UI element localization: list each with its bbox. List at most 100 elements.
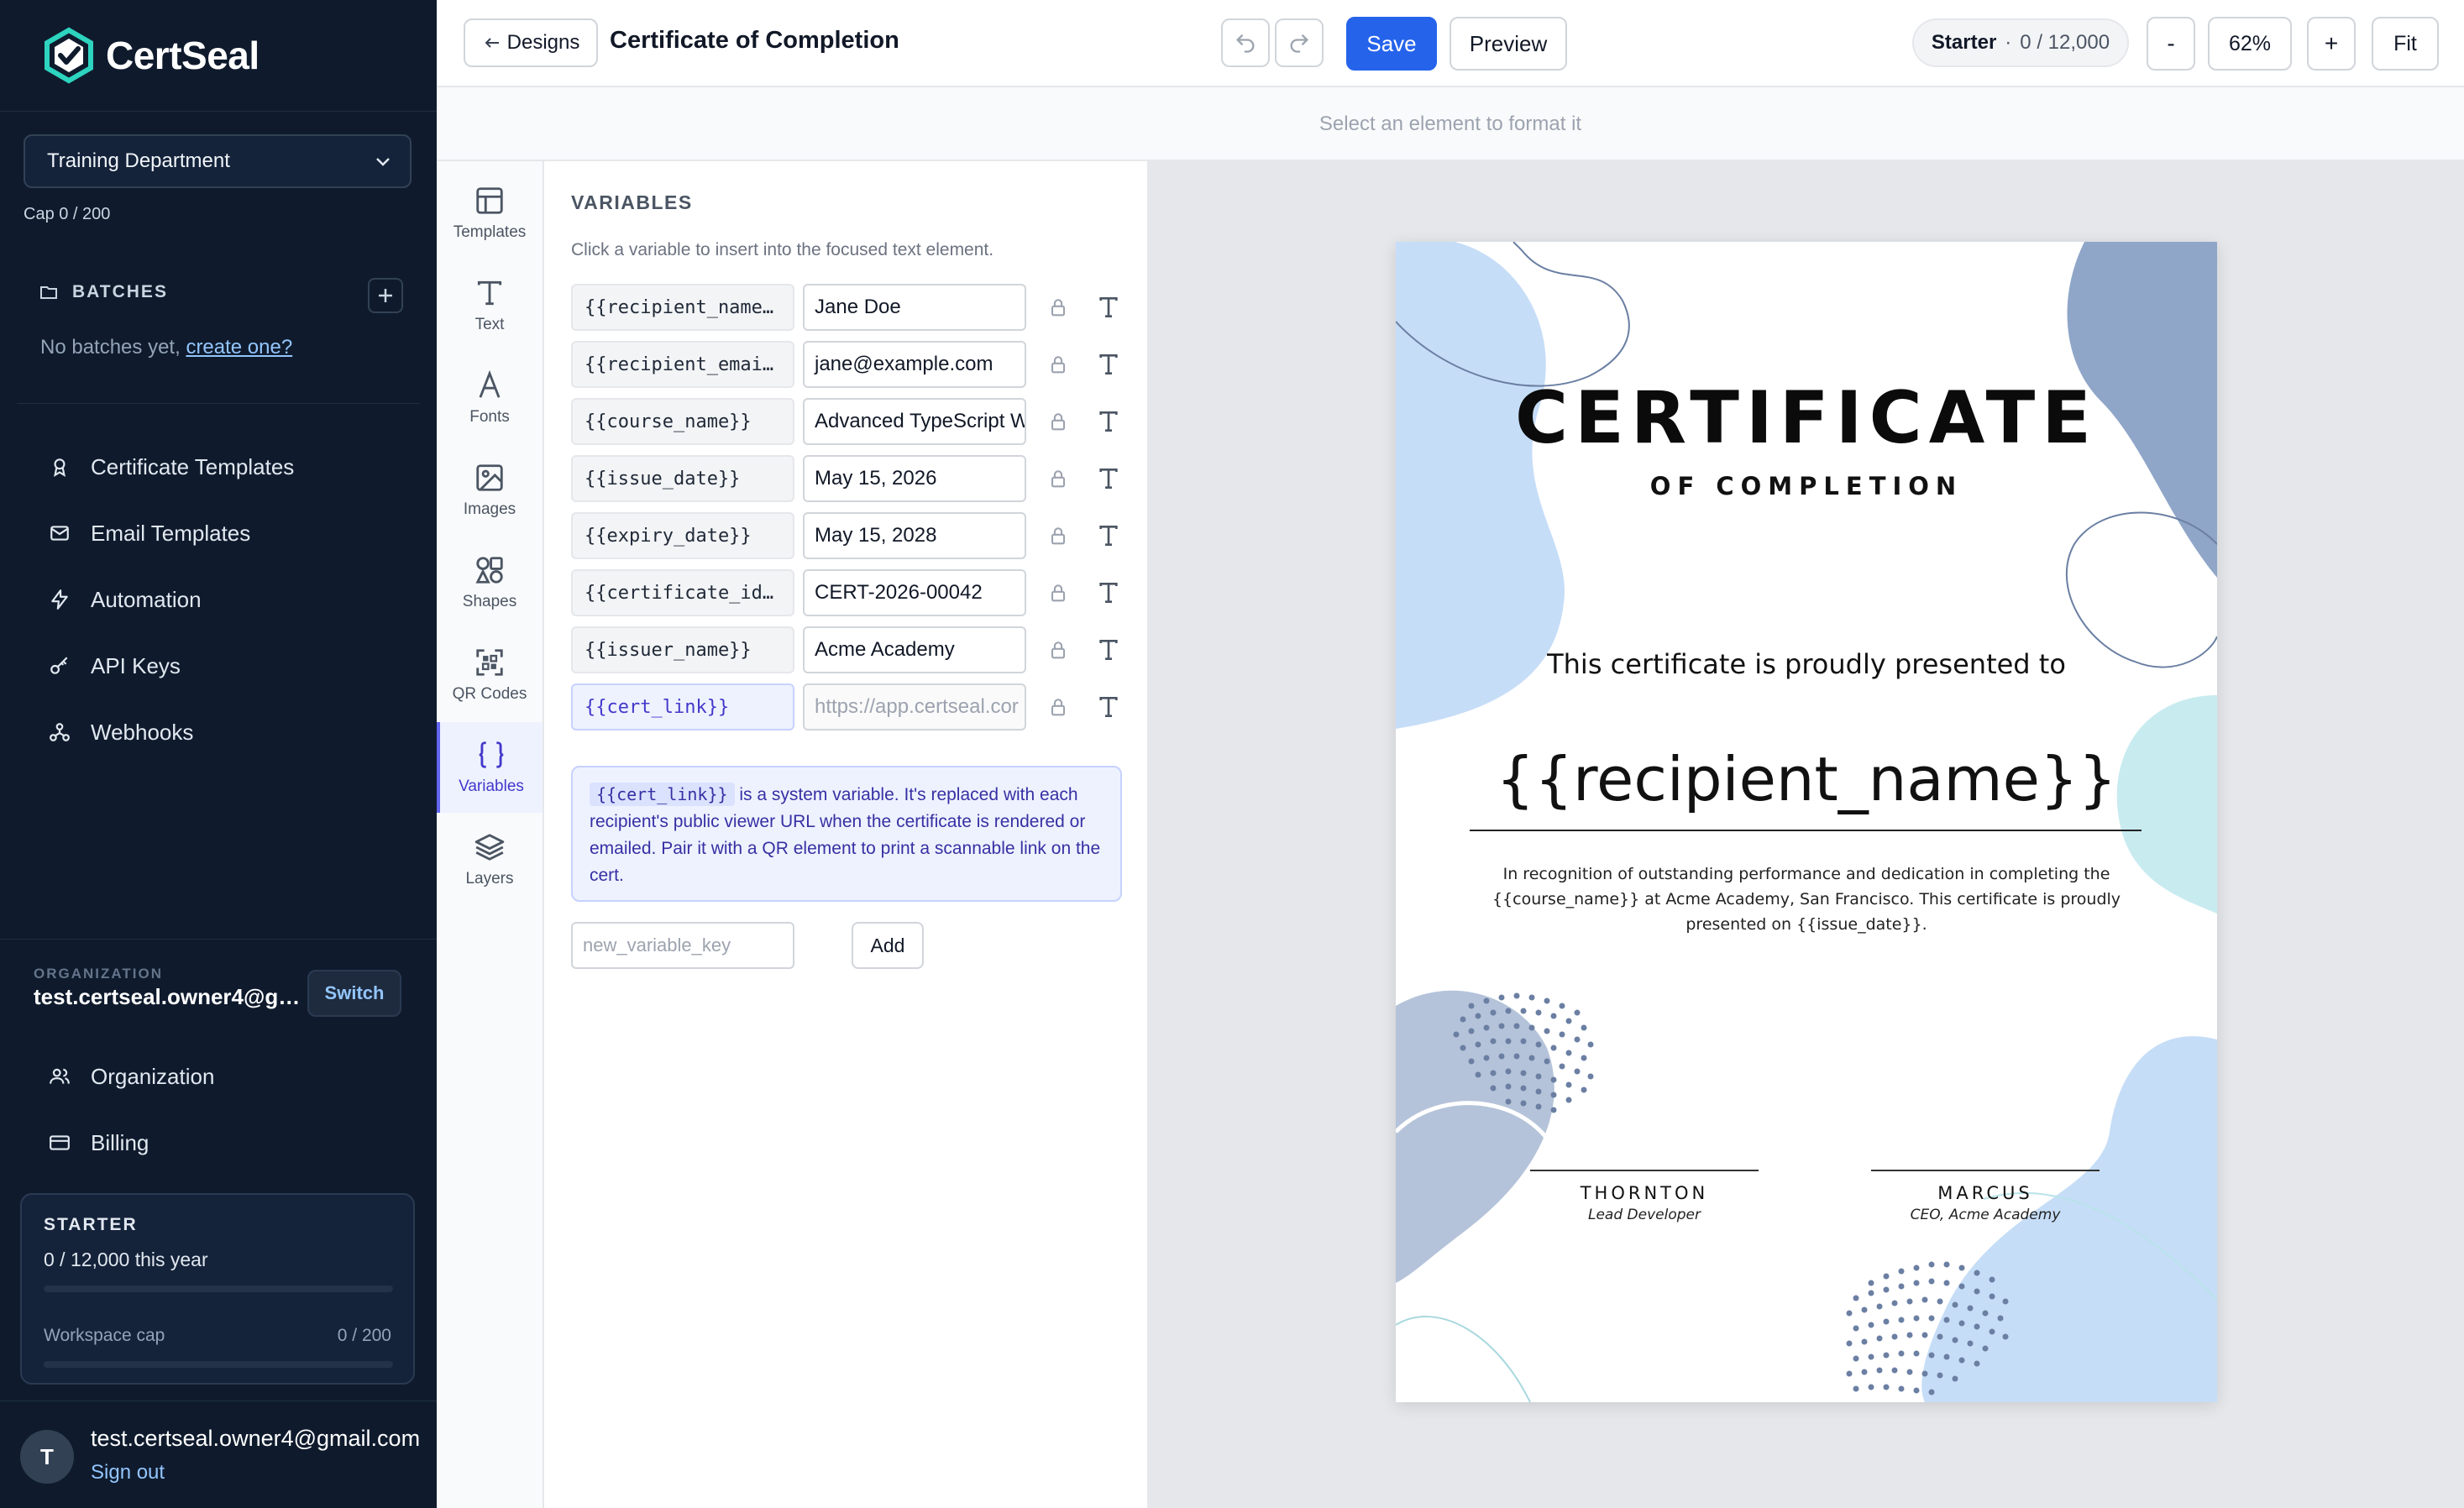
rail-variables[interactable]: Variables (437, 722, 543, 813)
variable-value-input[interactable]: Acme Academy (803, 626, 1026, 673)
name-underline[interactable] (1470, 830, 2142, 831)
rail-label: Templates (453, 223, 527, 241)
rail-layers[interactable]: Layers (437, 814, 543, 905)
nav-email-templates[interactable]: Email Templates (29, 510, 408, 557)
rail-images[interactable]: Images (437, 445, 543, 536)
lock-icon[interactable] (1046, 581, 1070, 605)
variable-value-input[interactable]: CERT-2026-00042 (803, 569, 1026, 616)
back-button-label: Designs (506, 31, 580, 54)
text-format-icon[interactable] (1095, 579, 1122, 606)
nav-api-keys[interactable]: API Keys (29, 642, 408, 689)
variable-value-input[interactable]: jane@example.com (803, 341, 1026, 388)
add-batch-button[interactable] (368, 278, 403, 313)
text-format-icon[interactable] (1095, 694, 1122, 720)
preview-button[interactable]: Preview (1450, 17, 1567, 71)
arrow-left-icon (485, 38, 499, 48)
certificate-title[interactable]: CERTIFICATE (1396, 376, 2217, 460)
plus-icon (379, 289, 392, 302)
plan-card: STARTER 0 / 12,000 this year Workspace c… (20, 1193, 415, 1385)
save-button[interactable]: Save (1346, 17, 1437, 71)
variable-key-chip[interactable]: {{recipient_email… (571, 341, 794, 388)
new-variable-key-input[interactable]: new_variable_key (571, 922, 794, 969)
variable-value-input[interactable]: May 15, 2026 (803, 455, 1026, 502)
text-format-icon[interactable] (1095, 522, 1122, 549)
avatar[interactable]: T (20, 1430, 74, 1484)
nav-label: Email Templates (91, 520, 251, 546)
add-variable-button[interactable]: Add (852, 922, 924, 969)
text-format-icon[interactable] (1095, 294, 1122, 321)
certificate-subtitle[interactable]: OF COMPLETION (1396, 472, 2217, 500)
variable-key-chip[interactable]: {{expiry_date}} (571, 512, 794, 559)
zoom-out-button[interactable]: - (2147, 17, 2195, 71)
text-format-icon[interactable] (1095, 351, 1122, 378)
variable-row: {{recipient_name}} Jane Doe (571, 284, 1125, 331)
workspace-cap-text: Cap 0 / 200 (24, 205, 111, 223)
divider (0, 111, 437, 112)
batches-empty-text: No batches yet, (40, 336, 186, 359)
variable-key-chip[interactable]: {{issue_date}} (571, 455, 794, 502)
undo-button[interactable] (1221, 18, 1270, 67)
text-format-icon[interactable] (1095, 408, 1122, 435)
qr-code-icon (476, 649, 503, 676)
variable-value-input[interactable]: May 15, 2028 (803, 512, 1026, 559)
nav-label: Organization (91, 1063, 215, 1089)
variable-key-chip[interactable]: {{cert_link}} (571, 683, 794, 730)
brand-logo[interactable]: CertSeal (40, 27, 260, 84)
divider (0, 939, 437, 940)
certificate-presented-text[interactable]: This certificate is proudly presented to (1396, 648, 2217, 680)
variable-key-chip[interactable]: {{course_name}} (571, 398, 794, 445)
text-format-icon[interactable] (1095, 465, 1122, 492)
zoom-level[interactable]: 62% (2208, 17, 2292, 71)
lock-icon[interactable] (1046, 467, 1070, 490)
lock-icon[interactable] (1046, 353, 1070, 376)
back-to-designs-button[interactable]: Designs (464, 18, 598, 67)
variable-value-input[interactable]: Advanced TypeScript W (803, 398, 1026, 445)
lock-icon[interactable] (1046, 638, 1070, 662)
lock-icon[interactable] (1046, 524, 1070, 547)
plan-name: Starter (1931, 31, 1997, 54)
shield-check-icon (45, 27, 93, 84)
user-email: test.certseal.owner4@gmail.com (91, 1426, 421, 1451)
certificate-page[interactable]: CERTIFICATE OF COMPLETION This certifica… (1396, 242, 2217, 1402)
create-batch-link[interactable]: create one? (186, 336, 292, 359)
rail-templates[interactable]: Templates (437, 168, 543, 259)
department-select[interactable]: Training Department (24, 134, 412, 188)
rail-label: Variables (459, 778, 524, 795)
text-format-icon[interactable] (1095, 636, 1122, 663)
lock-icon[interactable] (1046, 296, 1070, 319)
variable-value-input[interactable]: Jane Doe (803, 284, 1026, 331)
redo-button[interactable] (1275, 18, 1324, 67)
variable-row-system: {{cert_link}} https://app.certseal.cor (571, 683, 1125, 730)
nav-webhooks[interactable]: Webhooks (29, 709, 408, 756)
certificate-recipient-name[interactable]: {{recipient_name}} (1396, 744, 2217, 814)
brand-name: CertSeal (106, 34, 260, 77)
plan-card-usage: 0 / 12,000 this year (44, 1249, 208, 1270)
shapes-icon (475, 557, 503, 584)
nav-organization[interactable]: Organization (29, 1053, 408, 1100)
system-variable-info: {{cert_link}} is a system variable. It's… (571, 766, 1122, 902)
rail-qr-codes[interactable]: QR Codes (437, 630, 543, 720)
variable-key-chip[interactable]: {{certificate_id}} (571, 569, 794, 616)
rail-shapes[interactable]: Shapes (437, 537, 543, 628)
variable-key-chip[interactable]: {{recipient_name}} (571, 284, 794, 331)
switch-organization-button[interactable]: Switch (307, 970, 401, 1017)
redo-icon (1290, 34, 1308, 53)
sign-out-link[interactable]: Sign out (91, 1461, 165, 1484)
document-title[interactable]: Certificate of Completion (610, 27, 899, 55)
font-icon (479, 369, 501, 398)
nav-automation[interactable]: Automation (29, 576, 408, 623)
lock-icon[interactable] (1046, 410, 1070, 433)
nav-billing[interactable]: Billing (29, 1119, 408, 1166)
rail-fonts[interactable]: Fonts (437, 353, 543, 443)
signature-block[interactable]: MARCUS CEO, Acme Academy (1871, 1170, 2100, 1223)
nav-certificate-templates[interactable]: Certificate Templates (29, 443, 408, 490)
zap-icon (51, 589, 68, 610)
variable-key-chip[interactable]: {{issuer_name}} (571, 626, 794, 673)
zoom-in-button[interactable]: + (2307, 17, 2356, 71)
workspace-cap-bar (44, 1361, 393, 1368)
organization-label: ORGANIZATION (34, 966, 164, 982)
signature-block[interactable]: THORNTON Lead Developer (1530, 1170, 1759, 1223)
rail-text[interactable]: Text (437, 260, 543, 351)
certificate-body-text[interactable]: In recognition of outstanding performanc… (1476, 861, 2136, 937)
zoom-fit-button[interactable]: Fit (2372, 17, 2439, 71)
